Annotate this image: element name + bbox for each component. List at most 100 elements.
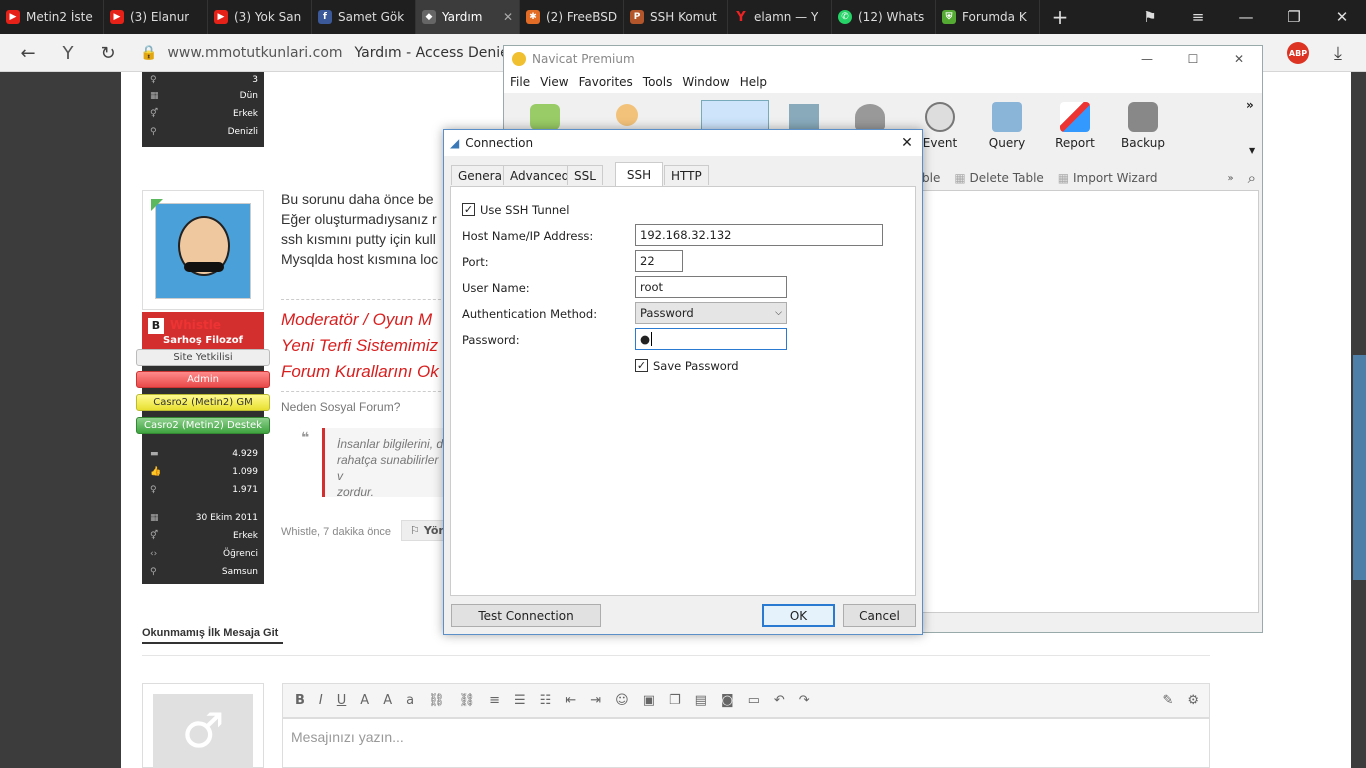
align-icon[interactable]: ≡ (489, 693, 500, 708)
indent-icon[interactable]: ⇥ (590, 693, 601, 708)
bold-icon[interactable]: B (295, 693, 305, 708)
back-button[interactable]: ← (14, 40, 42, 66)
username-block: B Whistle Sarhoş Filozof (142, 312, 264, 352)
report-icon (1060, 102, 1090, 132)
tool-query[interactable]: Query (977, 102, 1037, 150)
quote-insert-icon[interactable]: ❐ (669, 693, 681, 708)
maximize-button[interactable]: ☐ (1170, 52, 1216, 66)
object-list[interactable] (922, 190, 1259, 613)
link-icon[interactable]: ⛓ (428, 693, 445, 708)
post-meta[interactable]: Whistle, 7 dakika önce (281, 526, 391, 538)
menu-file[interactable]: File (510, 75, 530, 89)
auth-method-label: Authentication Method: (462, 307, 598, 321)
browser-tab[interactable]: Yelamn — Y (728, 0, 832, 34)
settings-icon[interactable]: ⚙ (1187, 693, 1199, 708)
save-password-checkbox[interactable]: ✓ (635, 359, 648, 372)
download-icon[interactable]: ⤓ (1324, 40, 1352, 66)
italic-icon[interactable]: I (319, 693, 323, 708)
search-icon[interactable]: ⌕ (1248, 169, 1256, 187)
connection-icon[interactable] (530, 104, 560, 130)
redo-icon[interactable]: ↷ (799, 693, 810, 708)
menu-favorites[interactable]: Favorites (579, 75, 633, 89)
close-window-button[interactable]: ✕ (1318, 0, 1366, 34)
url-field[interactable]: 🔒 www.mmotutkunlari.com Yardım - Access … (140, 39, 520, 67)
menu-icon[interactable]: ≡ (1174, 0, 1222, 34)
username-input[interactable]: root (635, 276, 787, 298)
password-input[interactable]: ● (635, 328, 787, 350)
table-icon[interactable] (701, 100, 769, 132)
menu-tools[interactable]: Tools (643, 75, 673, 89)
scrollbar-thumb[interactable] (1353, 355, 1366, 580)
tab-http[interactable]: HTTP (664, 165, 709, 185)
maximize-button[interactable]: ❐ (1270, 0, 1318, 34)
whatsapp-icon: ✆ (838, 10, 852, 24)
port-input[interactable]: 22 (635, 250, 683, 272)
host-input[interactable]: 192.168.32.132 (635, 224, 883, 246)
tab-ssl[interactable]: SSL (567, 165, 603, 185)
unlink-icon[interactable]: ⛓ (459, 693, 476, 708)
media-icon[interactable]: ▣ (643, 693, 655, 708)
unread-link[interactable]: Okunmamış İlk Mesaja Git (142, 627, 283, 644)
test-connection-button[interactable]: Test Connection (451, 604, 601, 627)
import-wizard-button[interactable]: ▦ Import Wizard (1058, 171, 1158, 185)
menu-help[interactable]: Help (740, 75, 767, 89)
save-draft-icon[interactable]: ▭ (748, 693, 760, 708)
message-editor[interactable]: Mesajınızı yazın... (282, 718, 1210, 768)
tab-advanced[interactable]: Advanced (503, 165, 577, 185)
menu-view[interactable]: View (540, 75, 568, 89)
ok-button[interactable]: OK (762, 604, 835, 627)
avatar[interactable] (155, 203, 251, 299)
font-size-icon[interactable]: A (383, 693, 392, 708)
user-icon[interactable] (616, 104, 638, 126)
new-tab-button[interactable]: + (1040, 0, 1080, 34)
bullet-list-icon[interactable]: ☰ (514, 693, 526, 708)
tool-report[interactable]: Report (1045, 102, 1105, 150)
font-color-icon[interactable]: A (360, 693, 369, 708)
auth-method-select[interactable]: Password ⌵ (635, 302, 787, 324)
chevron-down-icon[interactable]: ▼ (1249, 146, 1255, 155)
browser-tab-active[interactable]: ◆ Yardım ✕ (416, 0, 520, 34)
new-table-button[interactable]: ble (922, 171, 940, 185)
browser-tab[interactable]: ⛨ Forumda K (936, 0, 1040, 34)
yandex-icon[interactable]: Y (54, 40, 82, 66)
avatar-card (142, 190, 264, 310)
minimize-button[interactable]: — (1222, 0, 1270, 34)
font-family-icon[interactable]: a (406, 693, 414, 708)
outdent-icon[interactable]: ⇤ (565, 693, 576, 708)
browser-tab[interactable]: f Samet Gök (312, 0, 416, 34)
close-button[interactable]: ✕ (892, 135, 922, 151)
browser-tab[interactable]: ✱ (2) FreeBSD (520, 0, 624, 34)
user-stats: ▬ 4.929 👍 1.099 ♀ 1.971 ▦ 30 Ekim 2011 ⚥ Erke… (150, 449, 258, 577)
browser-tab[interactable]: ✆ (12) Whats (832, 0, 936, 34)
eraser-icon[interactable]: ✎ (1162, 693, 1173, 708)
close-icon[interactable]: ✕ (503, 10, 513, 24)
browser-tab[interactable]: ▶ Metin2 İste (0, 0, 104, 34)
save-password-label: Save Password (653, 359, 739, 373)
function-icon[interactable] (855, 104, 885, 130)
browser-tab[interactable]: ▶ (3) Elanur (104, 0, 208, 34)
adblock-icon[interactable]: ABP (1287, 42, 1309, 64)
bookmark-icon[interactable]: ⚑ (1126, 0, 1174, 34)
reload-button[interactable]: ↻ (94, 40, 122, 66)
use-ssh-checkbox[interactable]: ✓ (462, 203, 475, 216)
browser-tab[interactable]: ▶ (3) Yok San (208, 0, 312, 34)
underline-icon[interactable]: U (337, 693, 347, 708)
chevron-right-icon[interactable]: » (1246, 98, 1254, 112)
chevron-more-icon[interactable]: » (1227, 173, 1233, 184)
cancel-button[interactable]: Cancel (843, 604, 916, 627)
close-button[interactable]: ✕ (1216, 52, 1262, 66)
undo-icon[interactable]: ↶ (774, 693, 785, 708)
reply-button[interactable]: ⚐ Yön (401, 520, 446, 541)
camera-icon[interactable]: ◙ (721, 693, 734, 708)
view-icon[interactable] (789, 104, 819, 130)
delete-table-button[interactable]: ▦ Delete Table (954, 171, 1043, 185)
poster-name[interactable]: Whistle (170, 318, 221, 332)
smiley-icon[interactable]: ☺ (615, 693, 629, 708)
minimize-button[interactable]: — (1124, 52, 1170, 66)
tab-ssh[interactable]: SSH (615, 162, 663, 186)
browser-tab[interactable]: P SSH Komut (624, 0, 728, 34)
menu-window[interactable]: Window (682, 75, 729, 89)
code-insert-icon[interactable]: ▤ (695, 693, 707, 708)
number-list-icon[interactable]: ☷ (540, 693, 552, 708)
tool-backup[interactable]: Backup (1113, 102, 1173, 150)
